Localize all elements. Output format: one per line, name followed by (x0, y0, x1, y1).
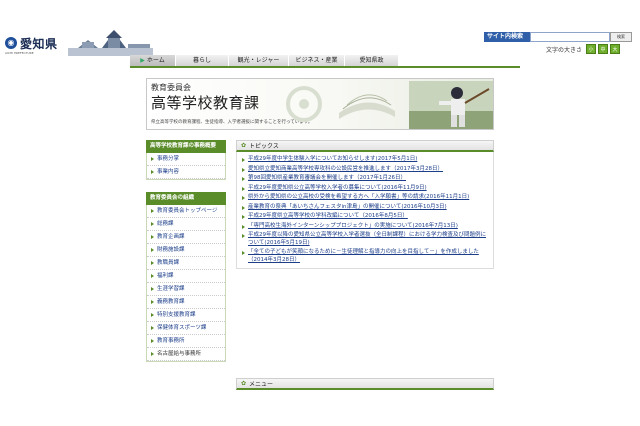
font-size-large-button[interactable]: 大 (610, 44, 621, 54)
nav-tourism[interactable]: 観光・レジャー (229, 55, 289, 66)
menu-title: メニュー (249, 381, 274, 388)
search-label: サイト内検索 (484, 32, 530, 42)
nav-divider (130, 66, 520, 68)
left-sidebar: 高等学校教育課の事務概要 事務分掌 事業内容 教育委員会の組織 教育委員会トップ… (146, 140, 226, 362)
font-size-small-button[interactable]: 小 (586, 44, 597, 54)
sidebar-heading-overview: 高等学校教育課の事務概要 (146, 140, 226, 153)
sidebar-item-education-office[interactable]: 教育事務所 (147, 335, 225, 348)
topic-link[interactable]: 県外から愛知県の公立高校の受検を希望する方へ「入学願書」等の請求(2016年11… (241, 194, 489, 202)
sidebar-overview-list: 事務分掌 事業内容 (146, 153, 226, 180)
nav-home[interactable]: ▶ ホーム (130, 55, 176, 66)
baseball-player-image (409, 81, 493, 129)
sidebar-item-duties[interactable]: 事務分掌 (147, 153, 225, 166)
sidebar-item-compulsory[interactable]: 義務教育課 (147, 296, 225, 309)
sidebar-item-welfare[interactable]: 福利課 (147, 270, 225, 283)
topic-link[interactable]: 「全ての子どもが笑顔になるために－生徒理解と指導力の向上を目指して－」を作成しま… (241, 249, 489, 264)
topic-link[interactable]: 「専門高校生海外インターンシッププロジェクト」の実施について(2016年7月13… (241, 223, 489, 231)
home-icon: ▶ (140, 57, 145, 64)
sidebar-item-finance[interactable]: 財務施設課 (147, 244, 225, 257)
site-logo[interactable]: ◉ 愛知県 (5, 34, 61, 52)
page-banner: 教育委員会 高等学校教育課 県立高等学校の教育課程、生徒指導、入学者選抜に関する… (146, 78, 494, 130)
sidebar-item-planning[interactable]: 教育企画課 (147, 231, 225, 244)
emblem-watermark-icon (286, 86, 322, 122)
topics-section: ✿ トピックス 平成29年度中学生体験入学についてお知らせします(2017年5月… (236, 140, 494, 269)
font-size-medium-button[interactable]: 中 (598, 44, 609, 54)
sidebar-item-lifelong[interactable]: 生涯学習課 (147, 283, 225, 296)
sidebar-item-projects[interactable]: 事業内容 (147, 166, 225, 179)
topics-title: トピックス (249, 143, 279, 150)
sidebar-item-special-support[interactable]: 特別支援教育課 (147, 309, 225, 322)
topic-link[interactable]: 平成29年度以降の愛知県公立高等学校入学者選抜（全日制課程）における学力検査及び… (241, 232, 489, 247)
topics-list: 平成29年度中学生体験入学についてお知らせします(2017年5月1日) 愛知県立… (236, 152, 494, 269)
nav-living[interactable]: 暮らし (176, 55, 229, 66)
nav-prefgov[interactable]: 愛知県政 (345, 55, 399, 66)
sidebar-item-nagoya-payroll[interactable]: 名古屋給与事務所 (147, 348, 225, 361)
font-size-label: 文字の大きさ (546, 46, 583, 54)
sidebar-item-personnel[interactable]: 教職員課 (147, 257, 225, 270)
font-size-control: 文字の大きさ 小 中 大 (546, 44, 621, 54)
prefecture-emblem-icon: ◉ (5, 37, 17, 49)
topic-link[interactable]: 産業教育の祭典「あいちさんフェスタin津島」の開催について(2016年10月3日… (241, 204, 489, 212)
sidebar-item-board-top[interactable]: 教育委員会トップページ (147, 205, 225, 218)
menu-header: ✿ メニュー (236, 378, 494, 390)
site-search: サイト内検索 検索 (484, 32, 636, 42)
topic-link[interactable]: 平成29年度愛知県公立高等学校入学者の募集について(2016年11月9日) (241, 185, 489, 193)
flower-bullet-icon: ✿ (241, 142, 247, 149)
sidebar-heading-organization: 教育委員会の組織 (146, 192, 226, 205)
topics-header: ✿ トピックス (236, 140, 494, 152)
global-nav: ▶ ホーム 暮らし 観光・レジャー ビジネス・産業 愛知県政 (130, 55, 399, 66)
topic-link[interactable]: 平成29年度県立高等学校の学科改編について（2016年8月5日） (241, 213, 489, 221)
nav-home-label: ホーム (146, 57, 165, 64)
search-input[interactable] (530, 32, 610, 42)
topic-link[interactable]: 愛知県立愛知商業高等学校専攻科の公設民営を推進します（2017年3月28日） (241, 166, 489, 174)
topic-link[interactable]: 第98回愛知県産業教育審議会を開催します（2017年1月26日） (241, 175, 489, 183)
book-image (339, 94, 395, 119)
nav-business[interactable]: ビジネス・産業 (289, 55, 345, 66)
sidebar-organization-list: 教育委員会トップページ 総務課 教育企画課 財務施設課 教職員課 福利課 生涯学… (146, 205, 226, 362)
flower-bullet-icon: ✿ (241, 380, 247, 387)
logo-subtext: AICHI PREFECTURE (5, 51, 34, 55)
search-button[interactable]: 検索 (610, 32, 632, 42)
page: ◉ 愛知県 AICHI PREFECTURE サイト内検索 検索 文字の大きさ … (0, 0, 640, 426)
sidebar-item-general-affairs[interactable]: 総務課 (147, 218, 225, 231)
sidebar-item-health-sports[interactable]: 保健体育スポーツ課 (147, 322, 225, 335)
menu-section: ✿ メニュー (236, 378, 494, 390)
page-title: 高等学校教育課 (151, 94, 260, 112)
castle-image (68, 30, 153, 56)
topic-link[interactable]: 平成29年度中学生体験入学についてお知らせします(2017年5月1日) (241, 156, 489, 164)
logo-text: 愛知県 (20, 36, 58, 51)
